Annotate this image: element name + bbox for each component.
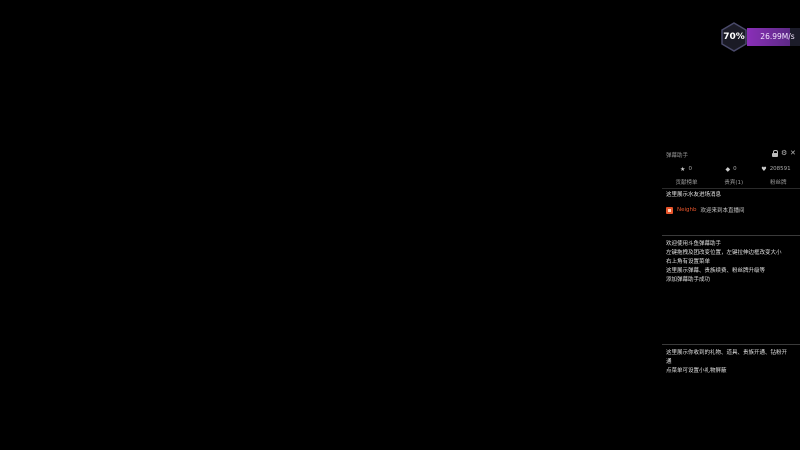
fish-ball-icon: ◆: [725, 165, 731, 173]
star-icon: ★: [680, 165, 686, 173]
gift-line: 这里展示你收到的礼物、道具、贵族开通、钻粉开: [666, 350, 788, 356]
panel-header: 弹幕助手 ⚙ ✕: [666, 150, 796, 160]
welcome-user[interactable]: Neighb: [677, 207, 697, 213]
danmaku-section: 欢迎使用斗鱼弹幕助手 左键拖拽及团改变位置，左键拉伸边框改变大小 右上角有设置菜…: [666, 240, 796, 285]
user-badge-icon: [666, 206, 673, 214]
help-line: 欢迎使用斗鱼弹幕助手: [666, 241, 722, 247]
stat-star: ★ 0: [666, 164, 706, 174]
heart-icon: ♥: [761, 165, 767, 173]
stat-star-value: 0: [688, 166, 692, 172]
tab-vip[interactable]: 贵宾(1): [722, 178, 745, 186]
help-line: 右上角有设置菜单: [666, 259, 711, 265]
help-line: 添加弹幕助手成功: [666, 277, 711, 283]
section-divider: [662, 344, 800, 345]
panel-title: 弹幕助手: [666, 153, 689, 159]
stat-heart-value: 208591: [769, 166, 791, 172]
help-line: 左键拖拽及团改变位置，左键拉伸边框改变大小: [666, 250, 782, 256]
gear-icon[interactable]: ⚙: [781, 150, 787, 157]
gift-section: 这里展示你收到的礼物、道具、贵族开通、钻粉开 通 点菜单可设置小礼物屏蔽: [666, 349, 796, 376]
stat-fish-ball-value: 0: [733, 166, 737, 172]
gift-line: 通: [666, 359, 672, 365]
stat-heart: ♥ 208591: [756, 164, 796, 174]
close-icon[interactable]: ✕: [790, 150, 796, 157]
tab-fan-badge[interactable]: 粉丝牌: [768, 178, 789, 186]
network-speed-widget[interactable]: 70% 26.99M/s: [719, 22, 800, 52]
stat-fish-ball: ◆ 0: [711, 164, 751, 174]
panel-tabs: 贡献榜单 贵宾(1) 粉丝牌: [662, 176, 800, 189]
welcome-message: Neighb 欢迎来到本直播间: [666, 206, 796, 214]
entrance-section: 这里展示水友进场消息 Neighb 欢迎来到本直播间: [666, 190, 796, 214]
danmaku-assistant-panel: 弹幕助手 ⚙ ✕ ★ 0 ◆ 0 ♥ 208591 贡献榜单 贵宾(1) 粉丝牌…: [662, 146, 800, 450]
usage-hexagon: 70%: [719, 22, 749, 52]
panel-header-icons: ⚙ ✕: [772, 150, 796, 157]
tab-contribution[interactable]: 贡献榜单: [673, 178, 699, 186]
section-divider: [662, 235, 800, 236]
speed-text: 26.99M/s: [760, 32, 795, 41]
lock-icon[interactable]: [772, 150, 778, 157]
panel-stats: ★ 0 ◆ 0 ♥ 208591: [666, 164, 796, 174]
gift-line: 点菜单可设置小礼物屏蔽: [666, 368, 727, 374]
entrance-heading: 这里展示水友进场消息: [666, 192, 722, 198]
speed-bar: 26.99M/s: [747, 28, 800, 46]
help-line: 这里展示弹幕、贵族续费、粉丝牌升级等: [666, 268, 766, 274]
welcome-text: 欢迎来到本直播间: [700, 208, 745, 214]
usage-percent: 70%: [723, 32, 745, 42]
